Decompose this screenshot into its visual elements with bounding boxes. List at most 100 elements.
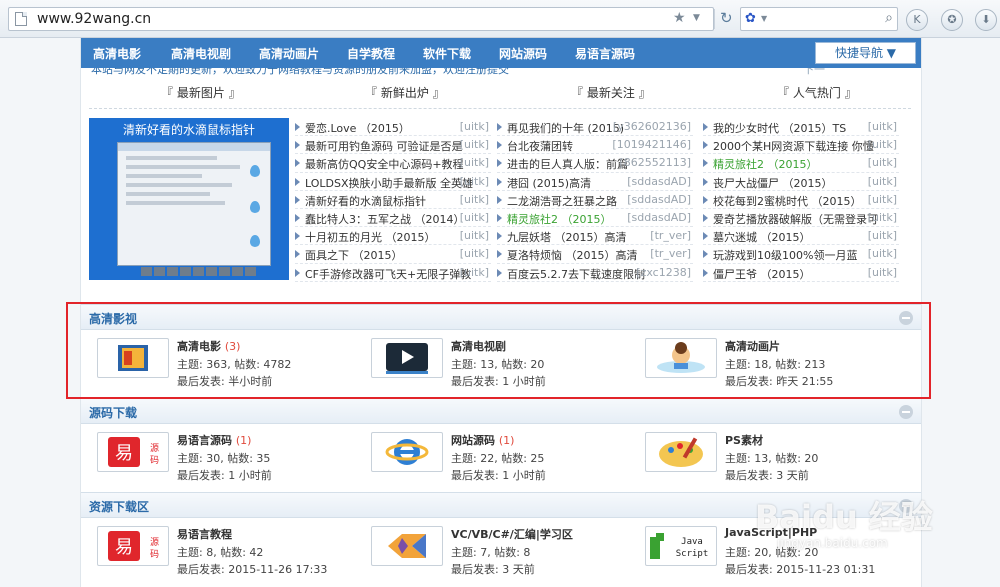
forum-name[interactable]: 易语言源码 (1)	[177, 432, 251, 448]
list-item-title[interactable]: 最新高仿QQ安全中心源码+教程	[305, 156, 464, 172]
list-item-author[interactable]: [tr_ver]	[650, 247, 691, 260]
list-item-author[interactable]: [uitk]	[460, 175, 489, 188]
list-item-author[interactable]: [1019421146]	[612, 138, 691, 151]
list-item-author[interactable]: [uitk]	[868, 229, 897, 242]
list-item[interactable]: 2000个某H网资源下载连接 你懂 [uitk]	[703, 136, 899, 155]
slide-thumbnails[interactable]	[141, 266, 258, 276]
list-item[interactable]: 墓穴迷城 （2015） [uitk]	[703, 227, 899, 246]
nav-item-tutorial[interactable]: 自学教程	[347, 45, 395, 62]
search-icon[interactable]: ⌕	[885, 10, 893, 26]
list-item-author[interactable]: [uitk]	[868, 156, 897, 169]
list-item-title[interactable]: 爱奇艺播放器破解版（无需登录可	[713, 211, 878, 227]
category-title[interactable]: 资源下载区	[89, 498, 149, 515]
list-item[interactable]: 精灵旅社2 （2015） [sddasdAD]	[497, 209, 693, 228]
list-item[interactable]: 精灵旅社2 （2015） [uitk]	[703, 154, 899, 173]
search-box[interactable]: ✿ ▼ ⌕	[740, 7, 898, 31]
image-slideshow[interactable]: 清新好看的水滴鼠标指针	[89, 118, 289, 280]
forum-item[interactable]: VC/VB/C#/汇编|学习区 主题: 7, 帖数: 8 最后发表: 3 天前	[363, 526, 633, 578]
nav-item-tv[interactable]: 高清电视剧	[171, 45, 231, 62]
quick-nav-button[interactable]: 快捷导航 ▼	[815, 42, 916, 64]
forum-item[interactable]: 易 源码 易语言源码 (1) 主题: 30, 帖数: 35 最后发表: 1 小时前	[89, 432, 359, 484]
forum-item[interactable]: 易 源码 易语言教程 主题: 8, 帖数: 42 最后发表: 2015-11-26 1…	[89, 526, 359, 578]
list-item-author[interactable]: [sddasdAD]	[627, 211, 691, 224]
list-item[interactable]: 港囧 (2015)高清 [sddasdAD]	[497, 173, 693, 191]
yi-logo-icon[interactable]: 易 源码	[97, 526, 169, 566]
list-item-author[interactable]: [uitk]	[868, 138, 897, 151]
list-item[interactable]: 爱奇艺播放器破解版（无需登录可 [uitk]	[703, 209, 899, 228]
forum-item[interactable]: PS素材 主题: 13, 帖数: 20 最后发表: 3 天前	[637, 432, 907, 484]
download-icon[interactable]: ⬇	[975, 9, 997, 31]
list-item-author[interactable]: [tr_ver]	[650, 229, 691, 242]
star-icon[interactable]: ★	[673, 10, 686, 26]
baidu-paw-icon[interactable]: ✿	[745, 11, 756, 26]
list-item-title[interactable]: 清新好看的水滴鼠标指针	[305, 193, 426, 209]
list-item-title[interactable]: 精灵旅社2 （2015）	[507, 211, 612, 227]
list-item-title[interactable]: 蠢比特人3：五军之战 （2014）	[305, 211, 465, 227]
list-item-author[interactable]: [862552113]	[619, 156, 691, 169]
vs-icon[interactable]	[371, 526, 443, 566]
list-item[interactable]: 我的少女时代 （2015）TS [uitk]	[703, 118, 899, 137]
list-item-title[interactable]: 僵尸王爷 （2015）	[713, 266, 811, 282]
list-item-author[interactable]: [sddasdAD]	[627, 193, 691, 206]
announcement-next[interactable]: 下一	[803, 68, 825, 77]
list-item[interactable]: 十月初五的月光 （2015） [uitk]	[295, 227, 491, 246]
announcement-text[interactable]: 本站与网友不定期的更新，欢迎致力于网络教程与资源的朋友前来加盟，欢迎注册提交	[91, 68, 509, 77]
list-item[interactable]: 蠢比特人3：五军之战 （2014） [uitk]	[295, 209, 491, 228]
list-item-title[interactable]: 进击的巨人真人版：前篇	[507, 156, 628, 172]
refresh-icon[interactable]: ↻	[720, 9, 733, 27]
forum-name[interactable]: PS素材	[725, 432, 763, 448]
yi-logo-icon[interactable]: 易 源码	[97, 432, 169, 472]
list-item-title[interactable]: LOLDSX换肤小助手最新版 全英雄	[305, 175, 473, 191]
list-item-title[interactable]: 再见我们的十年 (2015)	[507, 120, 624, 136]
list-item[interactable]: 校花每到2蜜桃时代 （2015） [uitk]	[703, 191, 899, 209]
list-item-title[interactable]: 丧尸大战僵尸 （2015）	[713, 175, 833, 191]
list-item-title[interactable]: 九层妖塔 （2015）高清	[507, 229, 627, 245]
list-item-title[interactable]: 校花每到2蜜桃时代 （2015）	[713, 193, 862, 209]
list-item-author[interactable]: [uitk]	[868, 211, 897, 224]
list-item[interactable]: 二龙湖浩哥之狂暴之路 [sddasdAD]	[497, 191, 693, 209]
list-item-title[interactable]: 2000个某H网资源下载连接 你懂	[713, 138, 874, 154]
list-item-title[interactable]: 我的少女时代 （2015）TS	[713, 120, 846, 136]
list-item[interactable]: 僵尸王爷 （2015） [uitk]	[703, 264, 899, 282]
chevron-down-icon[interactable]: ▼	[761, 14, 767, 23]
list-item-author[interactable]: [uitk]	[460, 193, 489, 206]
address-bar[interactable]: www.92wang.cn ★ ▼	[8, 7, 714, 31]
list-item[interactable]: 最新高仿QQ安全中心源码+教程 [uitk]	[295, 154, 491, 173]
list-item-title[interactable]: 二龙湖浩哥之狂暴之路	[507, 193, 617, 209]
list-item-author[interactable]: [uitk]	[460, 138, 489, 151]
list-item[interactable]: 九层妖塔 （2015）高清 [tr_ver]	[497, 227, 693, 246]
list-item-title[interactable]: 夏洛特烦恼 （2015）高清	[507, 247, 638, 263]
list-item-title[interactable]: 面具之下 （2015）	[305, 247, 403, 263]
forum-name[interactable]: VC/VB/C#/汇编|学习区	[451, 526, 573, 542]
list-item-title[interactable]: 台北夜蒲团转	[507, 138, 573, 154]
nav-item-yi-source[interactable]: 易语言源码	[575, 45, 635, 62]
list-item[interactable]: 进击的巨人真人版：前篇 [862552113]	[497, 154, 693, 173]
list-item[interactable]: 台北夜蒲团转 [1019421146]	[497, 136, 693, 155]
list-item-author[interactable]: [uitk]	[460, 156, 489, 169]
list-item-author[interactable]: [uitk]	[868, 247, 897, 260]
collapse-icon[interactable]	[899, 405, 913, 419]
list-item-title[interactable]: CF手游修改器可飞天+无限子弹教	[305, 266, 471, 282]
list-item-author[interactable]: [uitk]	[460, 120, 489, 133]
list-item[interactable]: 玩游戏到10级100%领一月蓝 [uitk]	[703, 245, 899, 264]
list-item[interactable]: 丧尸大战僵尸 （2015） [uitk]	[703, 173, 899, 191]
list-item[interactable]: 爱恋.Love （2015） [uitk]	[295, 118, 491, 137]
forum-name[interactable]: 易语言教程	[177, 526, 232, 542]
nav-item-anime[interactable]: 高清动画片	[259, 45, 319, 62]
list-item-author[interactable]: [y362602136]	[613, 120, 691, 133]
star-badge-icon[interactable]: ✪	[941, 9, 963, 31]
java-script-icon[interactable]: Java Script	[645, 526, 717, 566]
nav-item-website-source[interactable]: 网站源码	[499, 45, 547, 62]
list-item-title[interactable]: 精灵旅社2 （2015）	[713, 156, 818, 172]
forum-item[interactable]: 网站源码 (1) 主题: 22, 帖数: 25 最后发表: 1 小时前	[363, 432, 633, 484]
list-item-author[interactable]: [zxc1238]	[636, 266, 691, 279]
list-item[interactable]: 再见我们的十年 (2015) [y362602136]	[497, 118, 693, 137]
list-item-author[interactable]: [uitk]	[868, 266, 897, 279]
list-item-title[interactable]: 爱恋.Love （2015）	[305, 120, 410, 136]
list-item-author[interactable]: [uitk]	[460, 247, 489, 260]
list-item-author[interactable]: [uitk]	[868, 120, 897, 133]
list-item-author[interactable]: [uitk]	[460, 211, 489, 224]
chevron-down-icon[interactable]: ▼	[693, 13, 700, 23]
list-item[interactable]: 清新好看的水滴鼠标指针 [uitk]	[295, 191, 491, 209]
list-item[interactable]: 夏洛特烦恼 （2015）高清 [tr_ver]	[497, 245, 693, 264]
